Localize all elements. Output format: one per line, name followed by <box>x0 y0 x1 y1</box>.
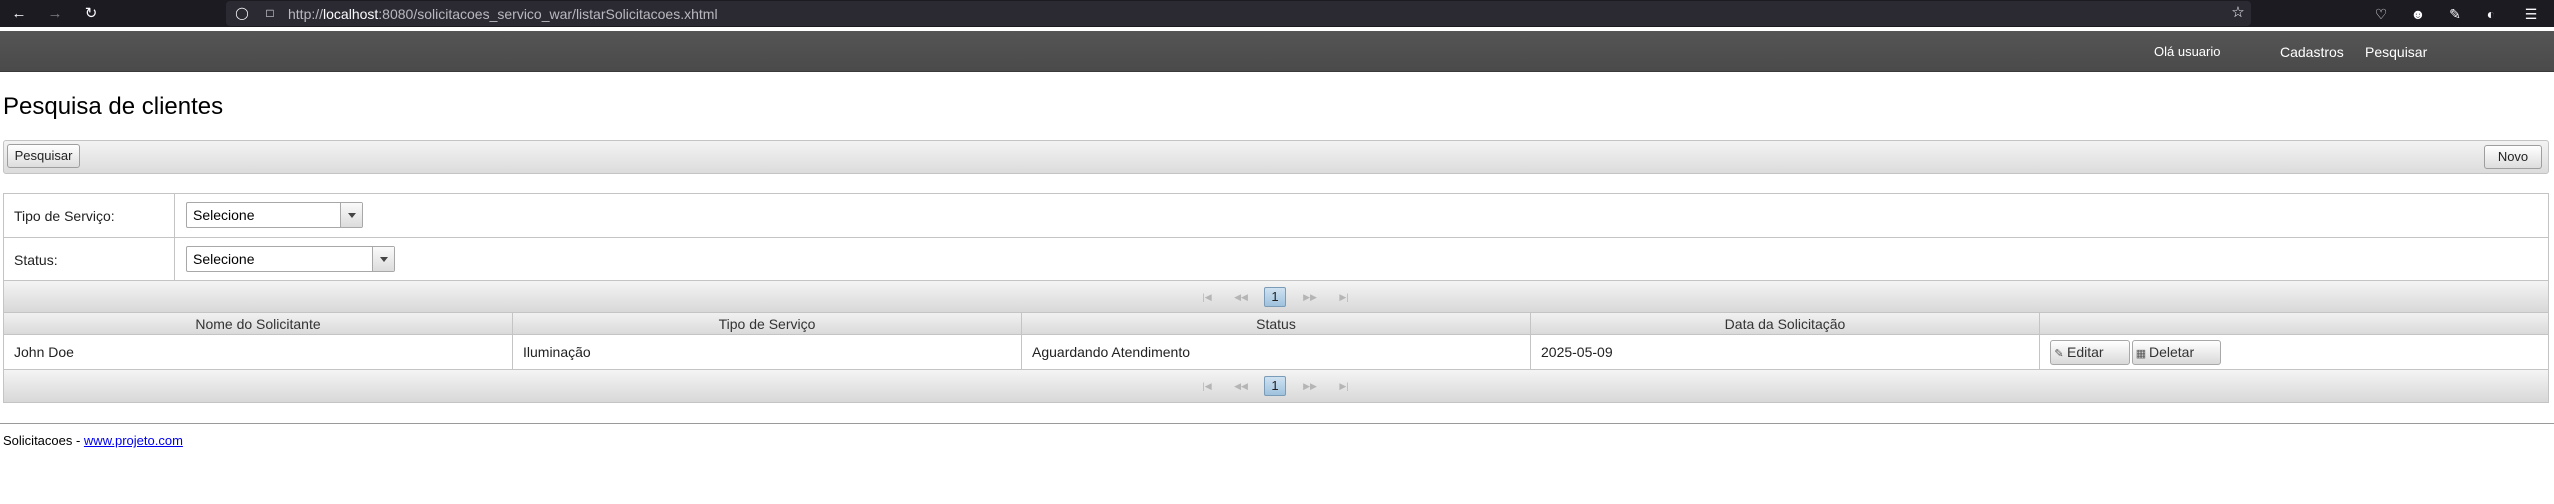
app-header: Olá usuario Cadastros Pesquisar <box>0 31 2554 72</box>
trash-icon: ▦ <box>2135 348 2147 360</box>
last-page-icon[interactable]: ▶| <box>1331 288 1357 306</box>
delete-button[interactable]: ▦ Deletar <box>2132 340 2221 365</box>
cell-data: 2025-05-09 <box>1531 335 2040 370</box>
star-icon[interactable]: ☆ <box>2230 5 2246 21</box>
user-greeting: Olá usuario <box>2154 44 2221 59</box>
search-button[interactable]: Pesquisar <box>7 144 80 168</box>
nav-pesquisar[interactable]: Pesquisar <box>2365 44 2427 60</box>
column-header[interactable]: Tipo de Serviço <box>513 313 1022 335</box>
prev-page-icon[interactable]: ◀◀ <box>1228 288 1254 306</box>
table-row: John Doe Iluminação Aguardando Atendimen… <box>4 335 2548 370</box>
footer-divider <box>0 423 2554 424</box>
back-icon[interactable]: ← <box>8 3 30 25</box>
url-host: localhost <box>323 6 379 22</box>
browser-toolbar: ← → ↻ ◯ □ http://localhost:8080/solicita… <box>0 0 2554 27</box>
column-header[interactable]: Data da Solicitação <box>1531 313 2040 335</box>
footer: Solicitacoes - www.projeto.com <box>3 433 183 448</box>
paginator-top: |◀ ◀◀ 1 ▶▶ ▶| <box>4 281 2548 313</box>
column-header[interactable]: Status <box>1022 313 1531 335</box>
first-page-icon[interactable]: |◀ <box>1194 377 1220 395</box>
tipo-servico-label: Tipo de Serviço: <box>14 208 115 224</box>
extensions-icon[interactable]: ✎ <box>2444 3 2466 25</box>
paginator-bottom: |◀ ◀◀ 1 ▶▶ ▶| <box>4 370 2548 402</box>
status-select[interactable]: Selecione <box>186 246 395 272</box>
url-bar[interactable]: ◯ □ http://localhost:8080/solicitacoes_s… <box>226 1 2251 26</box>
cell-actions: ✎ Editar ▦ Deletar <box>2040 335 2548 370</box>
results-table: |◀ ◀◀ 1 ▶▶ ▶| Nome do Solicitante Tipo d… <box>3 280 2549 403</box>
tipo-servico-value: Selecione <box>193 207 255 223</box>
filter-row-status: Status: Selecione <box>4 237 2548 280</box>
page-icon: □ <box>266 6 274 20</box>
chevron-down-icon[interactable] <box>340 203 362 227</box>
page-button[interactable]: 1 <box>1264 376 1286 396</box>
page-title: Pesquisa de clientes <box>3 93 224 120</box>
chevron-down-icon[interactable] <box>372 247 394 271</box>
edit-label: Editar <box>2067 344 2104 360</box>
table-header: Nome do Solicitante Tipo de Serviço Stat… <box>4 313 2548 335</box>
menu-icon[interactable]: ☰ <box>2520 3 2542 25</box>
url-prefix: http:// <box>288 6 324 22</box>
new-button[interactable]: Novo <box>2484 145 2542 169</box>
delete-label: Deletar <box>2149 344 2195 360</box>
pocket-icon[interactable]: ♡ <box>2370 3 2392 25</box>
edit-button[interactable]: ✎ Editar <box>2050 340 2130 365</box>
next-page-icon[interactable]: ▶▶ <box>1297 288 1323 306</box>
footer-link[interactable]: www.projeto.com <box>84 433 183 448</box>
cell-nome: John Doe <box>4 335 513 370</box>
cell-tipo: Iluminação <box>513 335 1022 370</box>
url-path: :8080/solicitacoes_servico_war/listarSol… <box>378 6 718 22</box>
column-header <box>2040 313 2548 335</box>
nav-cadastros[interactable]: Cadastros <box>2280 44 2344 60</box>
filter-divider <box>174 194 175 237</box>
footer-text: Solicitacoes - <box>3 433 84 448</box>
status-value: Selecione <box>193 251 255 267</box>
filter-divider <box>174 238 175 280</box>
sync-icon[interactable]: ◐ <box>2480 3 2502 25</box>
account-icon[interactable]: ☻ <box>2407 3 2429 25</box>
filter-panel: Tipo de Serviço: Selecione Status: Selec… <box>3 193 2549 281</box>
action-toolbar: Pesquisar Novo <box>3 140 2549 174</box>
reload-icon[interactable]: ↻ <box>80 3 102 25</box>
column-header[interactable]: Nome do Solicitante <box>4 313 513 335</box>
tipo-servico-select[interactable]: Selecione <box>186 202 363 228</box>
status-label: Status: <box>14 252 58 268</box>
cell-status: Aguardando Atendimento <box>1022 335 1531 370</box>
shield-icon[interactable]: ◯ <box>234 5 250 21</box>
next-page-icon[interactable]: ▶▶ <box>1297 377 1323 395</box>
prev-page-icon[interactable]: ◀◀ <box>1228 377 1254 395</box>
url-text[interactable]: http://localhost:8080/solicitacoes_servi… <box>288 6 718 22</box>
filter-row-tipo: Tipo de Serviço: Selecione <box>4 194 2548 237</box>
page-button[interactable]: 1 <box>1264 287 1286 307</box>
forward-icon[interactable]: → <box>44 3 66 25</box>
pencil-icon: ✎ <box>2054 348 2064 360</box>
first-page-icon[interactable]: |◀ <box>1194 288 1220 306</box>
last-page-icon[interactable]: ▶| <box>1331 377 1357 395</box>
